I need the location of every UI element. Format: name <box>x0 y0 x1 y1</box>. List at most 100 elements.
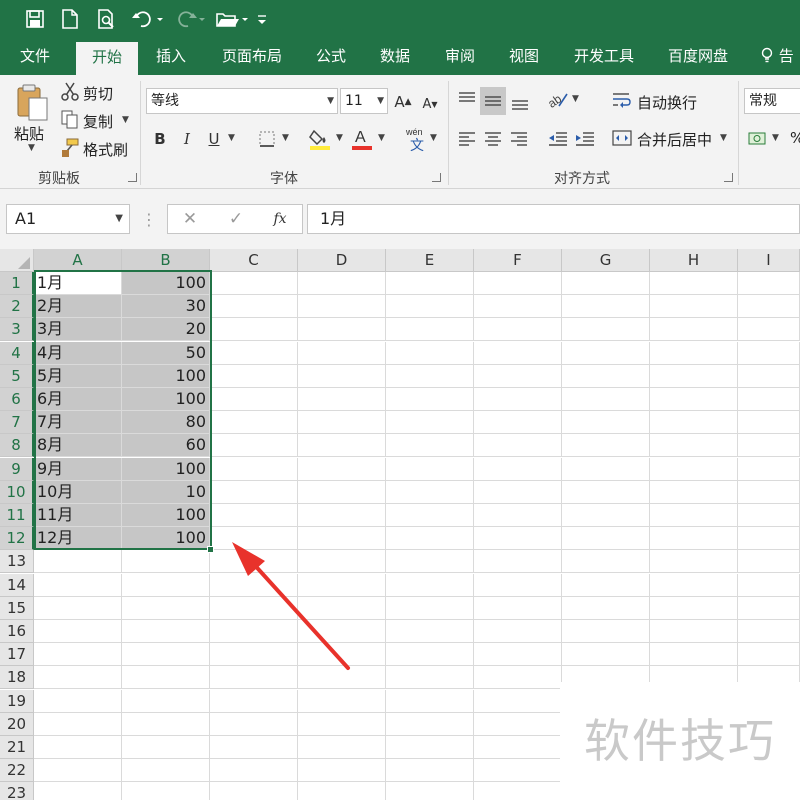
cell-d5[interactable] <box>298 365 386 388</box>
save-icon[interactable] <box>22 7 48 31</box>
row-header-17[interactable]: 17 <box>0 643 34 666</box>
name-box[interactable]: A1 ▼ <box>6 204 130 234</box>
cell-h16[interactable] <box>650 620 738 643</box>
cell-i12[interactable] <box>738 527 800 550</box>
cell-d10[interactable] <box>298 481 386 504</box>
cell-f16[interactable] <box>474 620 562 643</box>
cell-e9[interactable] <box>386 458 474 481</box>
cell-f6[interactable] <box>474 388 562 411</box>
cell-b1[interactable]: 100 <box>122 272 210 295</box>
row-header-16[interactable]: 16 <box>0 620 34 643</box>
cell-b8[interactable]: 60 <box>122 434 210 457</box>
paste-label[interactable]: 粘贴 <box>14 123 44 144</box>
row-header-6[interactable]: 6 <box>0 388 34 411</box>
cell-g17[interactable] <box>562 643 650 666</box>
cell-d13[interactable] <box>298 550 386 573</box>
font-launcher-icon[interactable] <box>432 173 441 182</box>
cell-g15[interactable] <box>562 597 650 620</box>
cell-a15[interactable] <box>34 597 122 620</box>
borders-dropdown-icon[interactable]: ▼ <box>282 133 289 143</box>
cell-c5[interactable] <box>210 365 298 388</box>
print-preview-icon[interactable] <box>94 7 120 31</box>
cell-d7[interactable] <box>298 411 386 434</box>
cell-b12[interactable]: 100 <box>122 527 210 550</box>
row-header-8[interactable]: 8 <box>0 434 34 457</box>
cell-i3[interactable] <box>738 318 800 341</box>
cell-e14[interactable] <box>386 574 474 597</box>
paste-dropdown-icon[interactable]: ▼ <box>28 143 35 153</box>
column-header-f[interactable]: F <box>474 249 562 272</box>
cut-button[interactable]: 剪切 <box>83 83 113 104</box>
cell-e6[interactable] <box>386 388 474 411</box>
formula-input[interactable]: 1月 <box>307 204 800 234</box>
cell-h13[interactable] <box>650 550 738 573</box>
cell-d11[interactable] <box>298 504 386 527</box>
cell-c14[interactable] <box>210 574 298 597</box>
cell-f9[interactable] <box>474 458 562 481</box>
cell-b6[interactable]: 100 <box>122 388 210 411</box>
column-header-a[interactable]: A <box>34 249 122 272</box>
cell-h15[interactable] <box>650 597 738 620</box>
merge-dropdown-icon[interactable]: ▼ <box>720 133 727 143</box>
cell-d2[interactable] <box>298 295 386 318</box>
customize-toolbar-icon[interactable] <box>254 7 270 31</box>
cell-c23[interactable] <box>210 782 298 800</box>
cell-f7[interactable] <box>474 411 562 434</box>
cell-c10[interactable] <box>210 481 298 504</box>
cell-i13[interactable] <box>738 550 800 573</box>
font-color-icon[interactable]: A <box>350 125 374 153</box>
row-header-12[interactable]: 12 <box>0 527 34 550</box>
cell-g2[interactable] <box>562 295 650 318</box>
cell-b13[interactable] <box>122 550 210 573</box>
tab-file[interactable]: 文件 <box>12 38 58 75</box>
font-size-select[interactable]: 11 ▼ <box>340 88 388 114</box>
cell-i9[interactable] <box>738 458 800 481</box>
cell-e5[interactable] <box>386 365 474 388</box>
cell-b5[interactable]: 100 <box>122 365 210 388</box>
cell-c11[interactable] <box>210 504 298 527</box>
cell-c1[interactable] <box>210 272 298 295</box>
cell-i15[interactable] <box>738 597 800 620</box>
tab-developer[interactable]: 开发工具 <box>566 38 642 75</box>
underline-button[interactable]: U <box>204 127 224 151</box>
cell-e23[interactable] <box>386 782 474 800</box>
align-middle-icon[interactable] <box>480 87 506 115</box>
row-header-2[interactable]: 2 <box>0 295 34 318</box>
align-right-icon[interactable] <box>507 127 531 151</box>
cell-b22[interactable] <box>122 759 210 782</box>
row-header-9[interactable]: 9 <box>0 458 34 481</box>
cell-b15[interactable] <box>122 597 210 620</box>
cell-i8[interactable] <box>738 434 800 457</box>
tab-view[interactable]: 视图 <box>501 38 547 75</box>
cell-g11[interactable] <box>562 504 650 527</box>
cell-b4[interactable]: 50 <box>122 342 210 365</box>
underline-dropdown-icon[interactable]: ▼ <box>228 133 235 143</box>
cell-e16[interactable] <box>386 620 474 643</box>
cell-f23[interactable] <box>474 782 562 800</box>
cell-g13[interactable] <box>562 550 650 573</box>
cell-d21[interactable] <box>298 736 386 759</box>
cell-f5[interactable] <box>474 365 562 388</box>
cell-e20[interactable] <box>386 713 474 736</box>
cell-g1[interactable] <box>562 272 650 295</box>
align-left-icon[interactable] <box>455 127 479 151</box>
decrease-indent-icon[interactable] <box>546 127 570 151</box>
cell-g7[interactable] <box>562 411 650 434</box>
fill-color-dropdown-icon[interactable]: ▼ <box>336 133 343 143</box>
column-header-h[interactable]: H <box>650 249 738 272</box>
cell-a6[interactable]: 6月 <box>34 388 122 411</box>
cell-b23[interactable] <box>122 782 210 800</box>
cell-c9[interactable] <box>210 458 298 481</box>
cell-a4[interactable]: 4月 <box>34 342 122 365</box>
cell-f15[interactable] <box>474 597 562 620</box>
tab-home[interactable]: 开始 <box>76 42 138 75</box>
column-header-d[interactable]: D <box>298 249 386 272</box>
tab-page-layout[interactable]: 页面布局 <box>214 38 290 75</box>
cell-a2[interactable]: 2月 <box>34 295 122 318</box>
cell-f20[interactable] <box>474 713 562 736</box>
cell-b7[interactable]: 80 <box>122 411 210 434</box>
cell-e12[interactable] <box>386 527 474 550</box>
cell-d1[interactable] <box>298 272 386 295</box>
cell-a8[interactable]: 8月 <box>34 434 122 457</box>
cell-f12[interactable] <box>474 527 562 550</box>
